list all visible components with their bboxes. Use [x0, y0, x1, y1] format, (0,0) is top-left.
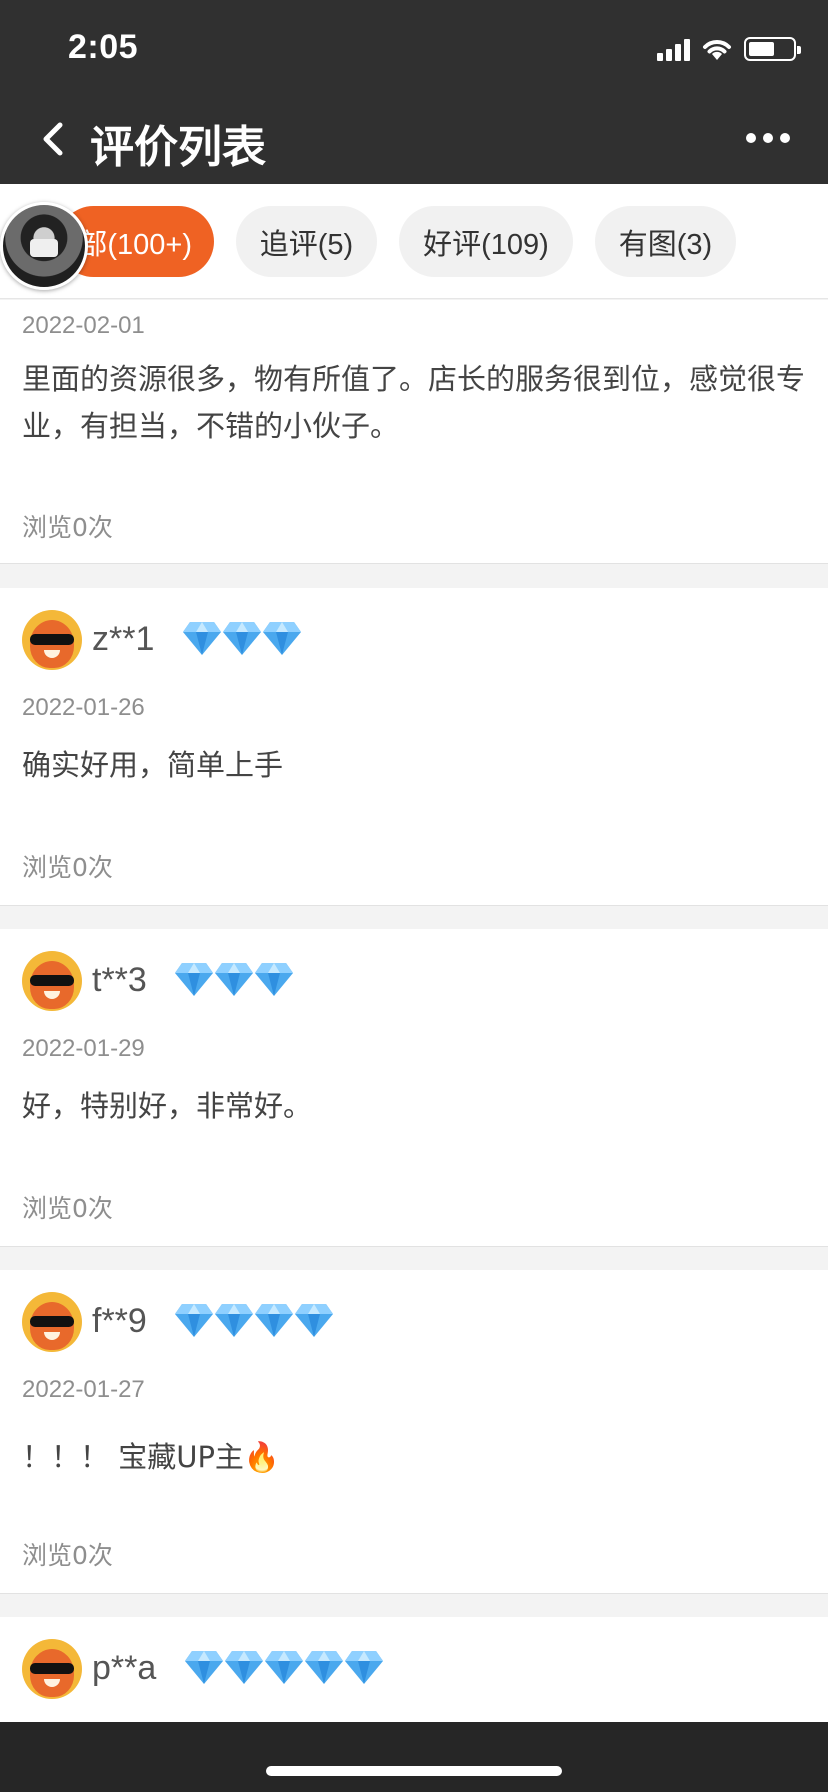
review-item: p**a — [0, 1617, 828, 1722]
filter-chip-label: 部(100+) — [78, 228, 192, 261]
filter-chip-images[interactable]: 有图(3) — [595, 206, 736, 277]
review-item: f**9 2022-01-27 ！！！ 宝藏UP主🔥 浏览0次 — [0, 1270, 828, 1594]
review-item: z**1 2022-01-26 确实好用，简单上手 浏览0次 — [0, 588, 828, 906]
status-icons — [657, 36, 801, 62]
battery-icon — [744, 37, 801, 61]
diamond-icon — [305, 1651, 343, 1684]
diamond-icon — [185, 1651, 223, 1684]
floating-profile-avatar[interactable] — [0, 202, 88, 290]
filter-chip-label: 追评(5) — [259, 228, 354, 261]
back-chevron-icon[interactable] — [36, 117, 76, 161]
diamond-rating — [184, 1649, 384, 1685]
diamond-icon — [345, 1651, 383, 1684]
avatar[interactable] — [22, 610, 82, 670]
diamond-icon — [215, 963, 253, 996]
review-views: 浏览0次 — [22, 853, 113, 882]
review-views: 浏览0次 — [22, 1541, 113, 1570]
home-indicator[interactable] — [266, 1766, 562, 1776]
filter-chip-label: 有图(3) — [618, 228, 713, 261]
review-item: 2022-02-01 里面的资源很多，物有所值了。店长的服务很到位，感觉很专业，… — [0, 300, 828, 564]
diamond-icon — [263, 622, 301, 655]
diamond-icon — [175, 963, 213, 996]
review-text: 好，特别好，非常好。 — [22, 1089, 313, 1123]
diamond-icon — [175, 1304, 213, 1337]
review-views: 浏览0次 — [22, 513, 113, 542]
avatar[interactable] — [22, 1292, 82, 1352]
nav-bar: 评价列表 — [0, 95, 828, 184]
review-text: ！！！ 宝藏UP主🔥 — [22, 1440, 281, 1474]
filter-chip-label: 好评(109) — [423, 228, 549, 261]
signal-icon — [657, 37, 690, 61]
diamond-icon — [183, 622, 221, 655]
review-date: 2022-01-27 — [22, 1376, 145, 1403]
status-time: 2:05 — [68, 28, 139, 66]
review-text: 里面的资源很多，物有所值了。店长的服务很到位，感觉很专业，有担当，不错的小伙子。 — [22, 362, 806, 443]
page-title: 评价列表 — [90, 122, 266, 173]
filter-chip-followup[interactable]: 追评(5) — [236, 206, 377, 277]
filter-bar: 部(100+) 追评(5) 好评(109) 有图(3) — [0, 184, 828, 299]
filter-chip-positive[interactable]: 好评(109) — [399, 206, 573, 277]
diamond-rating — [182, 620, 302, 656]
review-username: z**1 — [92, 620, 155, 658]
home-indicator-bar — [0, 1722, 828, 1792]
review-username: t**3 — [92, 961, 147, 999]
status-bar: 2:05 — [0, 0, 828, 95]
review-text: 确实好用，简单上手 — [22, 748, 284, 782]
diamond-icon — [215, 1304, 253, 1337]
avatar[interactable] — [22, 1639, 82, 1699]
review-views: 浏览0次 — [22, 1194, 113, 1223]
diamond-icon — [295, 1304, 333, 1337]
avatar[interactable] — [22, 951, 82, 1011]
review-item: t**3 2022-01-29 好，特别好，非常好。 浏览0次 — [0, 929, 828, 1247]
review-username: p**a — [92, 1649, 157, 1687]
diamond-icon — [255, 963, 293, 996]
diamond-icon — [223, 622, 261, 655]
review-date: 2022-01-29 — [22, 1035, 145, 1062]
more-dots-icon[interactable] — [746, 133, 790, 143]
diamond-rating — [174, 961, 294, 997]
review-date: 2022-01-26 — [22, 694, 145, 721]
diamond-rating — [174, 1302, 334, 1338]
review-username: f**9 — [92, 1302, 147, 1340]
review-date: 2022-02-01 — [22, 312, 145, 339]
diamond-icon — [265, 1651, 303, 1684]
diamond-icon — [225, 1651, 263, 1684]
diamond-icon — [255, 1304, 293, 1337]
wifi-icon — [703, 40, 731, 60]
